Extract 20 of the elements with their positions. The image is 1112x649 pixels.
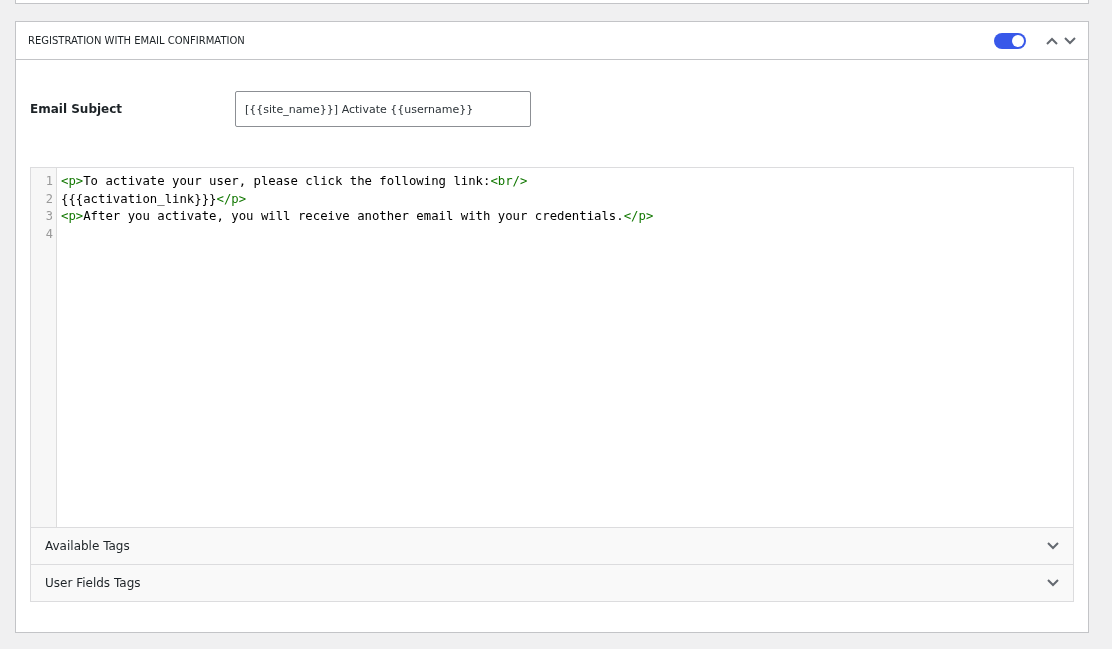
code-line: {{{activation_link}}}</p>: [61, 190, 248, 208]
move-up-button[interactable]: [1046, 36, 1058, 45]
accordion-section[interactable]: User Fields Tags: [30, 565, 1074, 602]
line-number: 3: [44, 208, 54, 225]
toggle-switch[interactable]: [994, 32, 1026, 49]
chevron-down-icon: [1064, 36, 1076, 45]
input-field[interactable]: [{{site_name}}] Activate {{username}}: [235, 91, 531, 127]
line-number: 1: [44, 173, 54, 190]
line-number: 4: [44, 225, 54, 243]
line-number: 2: [44, 190, 54, 208]
move-down-button[interactable]: [1064, 36, 1076, 45]
panel-title: REGISTRATION WITH EMAIL CONFIRMATION: [28, 35, 246, 46]
code-line: <p>After you activate, you will receive another email with your credentials.</p>: [61, 208, 654, 225]
chevron-down-icon: [1047, 579, 1059, 587]
field-label: Email Subject: [30, 102, 124, 116]
chevron-up-icon: [1046, 36, 1058, 45]
code-line: <p>To activate your user, please click the following link:<br/>: [61, 173, 529, 190]
accordion-section[interactable]: Available Tags: [30, 528, 1074, 565]
code-editor[interactable]: 1 2 3 4 <p>To activate your user, please click the following link:<br/> {{{activation_link}}}</p> <p>After you activate, you will receive another email with your credentials.</p>: [30, 167, 1074, 528]
chevron-down-icon: [1047, 542, 1059, 550]
